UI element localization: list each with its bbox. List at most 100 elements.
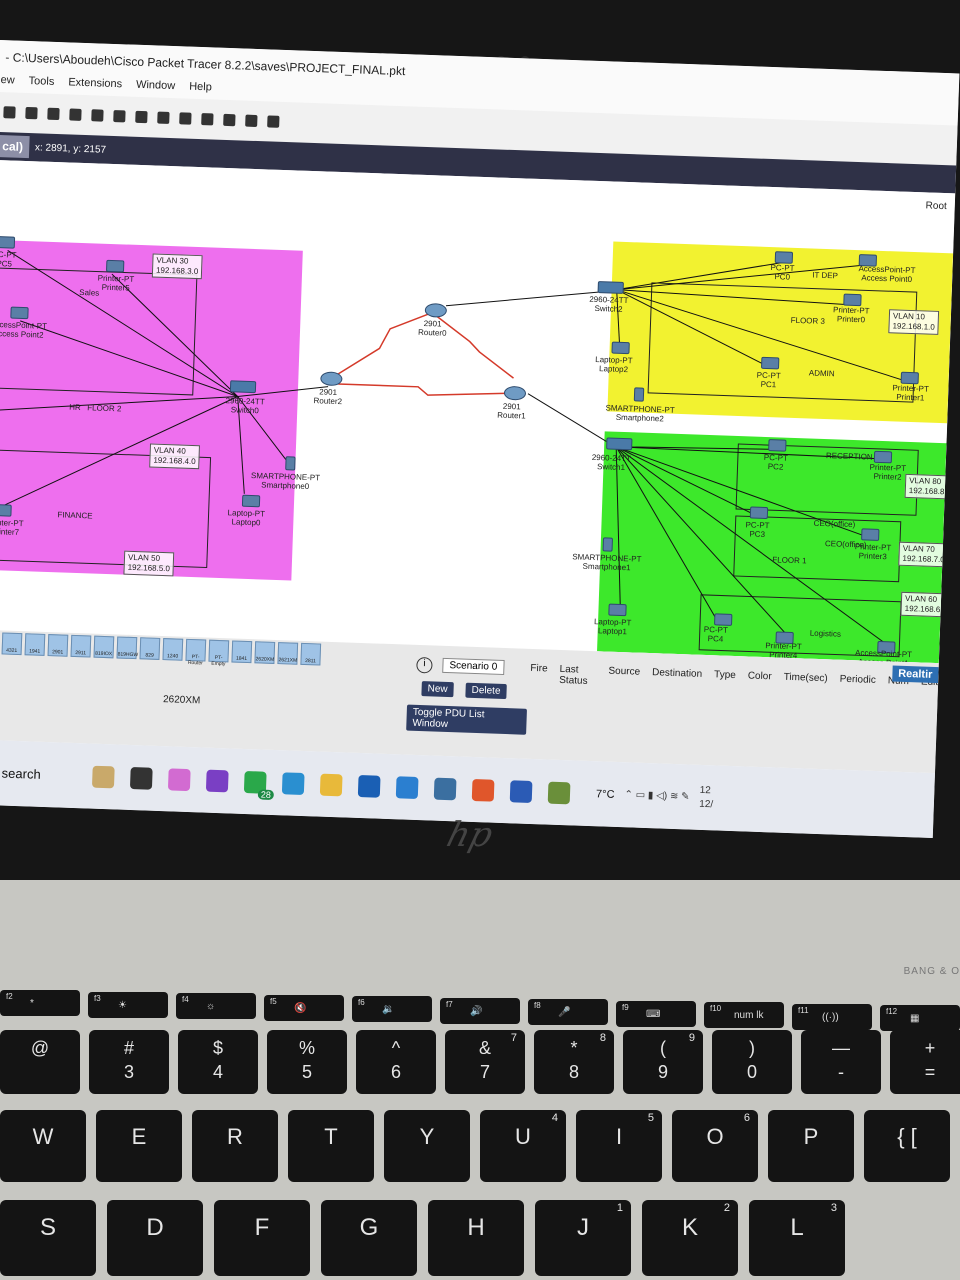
zoom-in-icon[interactable] [113,110,126,123]
visual-studio-icon[interactable] [205,769,229,792]
palette-device-7[interactable]: 829 [139,637,161,660]
pc5-icon[interactable] [0,236,16,249]
numrow-key-2[interactable]: $4 [178,1030,258,1094]
laptop1-icon[interactable] [608,603,627,617]
smartphone0-icon[interactable] [285,456,296,471]
pc4-icon[interactable] [714,613,733,626]
fn-key-6[interactable]: f8 🎤 [528,999,608,1025]
printer3-icon[interactable] [861,528,880,541]
numrow-key-7[interactable]: (9 9 [623,1030,703,1094]
widget-icon[interactable] [91,765,115,788]
letterrow-key-9[interactable]: { [ [864,1110,950,1182]
palette-device-10[interactable]: PT-Empty [208,639,230,667]
menu-window[interactable]: Window [136,79,176,98]
homerow-key-3[interactable]: G [321,1200,417,1276]
scenario-select[interactable]: Scenario 0 [442,657,505,675]
fn-key-8[interactable]: f10 num lk [704,1002,784,1028]
taskbar-search[interactable]: e to search [0,765,85,784]
printer7-icon[interactable] [0,504,12,517]
activity-wizard-icon[interactable] [3,106,16,119]
whatsapp-icon[interactable]: 28 [243,770,275,800]
pc0-icon[interactable] [774,251,794,264]
letterrow-key-1[interactable]: E [96,1110,182,1182]
switch0-icon[interactable] [229,380,257,394]
fn-key-0[interactable]: f2 * [0,990,80,1016]
homerow-key-0[interactable]: S [0,1200,96,1276]
palette-device-5[interactable]: 819IOX [93,635,115,659]
fn-key-4[interactable]: f6 🔉 [352,996,432,1022]
view-icon[interactable] [245,114,258,128]
menu-help[interactable]: Help [189,81,212,100]
zoom-reset-icon[interactable] [135,110,148,124]
palette-device-12[interactable]: 2620XM [254,641,276,664]
pc2-icon[interactable] [768,439,787,452]
packet-tracer-taskbar-icon[interactable] [433,777,457,800]
smartphone1-icon[interactable] [602,537,614,552]
homerow-key-5[interactable]: J1 [535,1200,631,1276]
numrow-key-6[interactable]: * 8 8 [534,1030,614,1094]
realtime-mode-tab[interactable]: Realtir [891,665,939,684]
fn-key-5[interactable]: f7 🔊 [440,997,520,1024]
menu-tools[interactable]: Tools [28,75,54,94]
fn-key-7[interactable]: f9 ⌨ [616,1000,696,1027]
palette-device-9[interactable]: PT-Router [185,638,207,666]
copilot-icon[interactable] [167,767,191,791]
access-point2-icon[interactable] [10,306,29,320]
letterrow-key-8[interactable]: P [768,1110,854,1182]
numrow-key-1[interactable]: #3 [89,1030,169,1094]
redo-icon[interactable] [91,109,104,122]
clock[interactable]: 12 12/ [699,783,714,811]
delete-scenario-button[interactable]: Delete [465,682,507,700]
switch1-icon[interactable] [606,437,633,451]
numrow-key-3[interactable]: % 5 [267,1030,347,1094]
notes-icon[interactable] [223,113,236,127]
letterrow-key-6[interactable]: I5 [576,1110,662,1182]
system-tray[interactable]: ⌃ ▭ ▮ ◁) ≋ ✎ [624,789,689,802]
pc1-icon[interactable] [760,356,780,370]
numrow-key-10[interactable]: + = [890,1030,960,1094]
network-info-icon[interactable] [25,106,38,120]
numrow-key-4[interactable]: ^ 6 [356,1030,436,1094]
rectangle-icon[interactable] [179,112,192,125]
homerow-key-2[interactable]: F [214,1200,310,1276]
palette-icon[interactable] [201,113,214,126]
palette-device-11[interactable]: 1841 [231,640,253,664]
fn-key-1[interactable]: f3 ☀ [88,991,168,1018]
menu-view[interactable]: ew [0,74,15,92]
switch2-icon[interactable] [597,281,624,294]
printer0-icon[interactable] [843,293,862,307]
fn-key-9[interactable]: f11 ((·)) [792,1003,872,1030]
logical-mode-tab[interactable]: cal) [0,134,30,159]
letterrow-key-3[interactable]: T [288,1110,374,1182]
printer1-icon[interactable] [900,371,919,385]
app-icon[interactable] [395,775,419,799]
palette-device-14[interactable]: 2811 [300,642,322,666]
menu-extensions[interactable]: Extensions [68,76,122,96]
weather-temperature[interactable]: 7°C [596,788,615,801]
printer2-icon[interactable] [873,450,893,464]
letterrow-key-2[interactable]: R [192,1110,278,1182]
palette-device-2[interactable]: 1941 [24,633,46,656]
numrow-key-0[interactable]: @ [0,1030,80,1094]
homerow-key-4[interactable]: H [428,1200,524,1276]
brave-icon[interactable] [471,778,495,802]
screenshot-icon[interactable] [267,115,280,128]
palette-device-8[interactable]: 1240 [162,638,184,661]
fn-key-2[interactable]: f4 ☼ [176,993,256,1019]
palette-device-13[interactable]: 2621XM [277,642,299,665]
palette-device-3[interactable]: 2901 [47,634,69,657]
letterrow-key-0[interactable]: W [0,1110,86,1182]
homerow-key-1[interactable]: D [107,1200,203,1276]
numrow-key-9[interactable]: — - [801,1030,881,1094]
smartphone2-icon[interactable] [633,387,645,402]
info-icon[interactable]: i [416,656,433,674]
palette-device-6[interactable]: 819HGW [116,636,138,660]
letterrow-key-5[interactable]: U4 [480,1110,566,1182]
toggle-pdu-list-button[interactable]: Toggle PDU List Window [406,704,527,735]
letterrow-key-7[interactable]: O6 [672,1110,758,1182]
homerow-key-6[interactable]: K2 [642,1200,738,1276]
laptop2-icon[interactable] [611,341,630,355]
pc3-icon[interactable] [749,506,769,520]
homerow-key-7[interactable]: L3 [749,1200,845,1276]
fn-key-3[interactable]: f5 🔇 [264,994,344,1021]
